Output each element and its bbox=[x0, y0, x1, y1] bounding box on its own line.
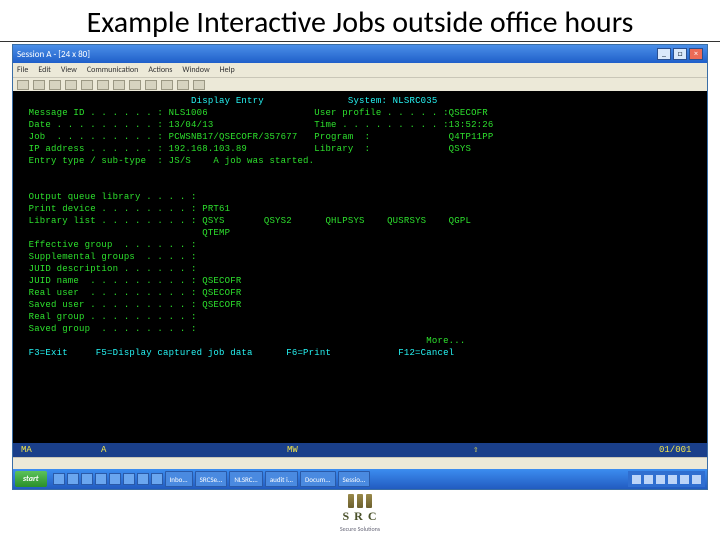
close-button[interactable]: × bbox=[689, 48, 703, 60]
toolbar-button[interactable] bbox=[65, 80, 77, 90]
tray-icon[interactable] bbox=[632, 475, 641, 484]
toolbar-button[interactable] bbox=[145, 80, 157, 90]
minimize-button[interactable]: _ bbox=[657, 48, 671, 60]
window-titlebar[interactable]: Session A - [24 x 80] _ □ × bbox=[13, 45, 707, 63]
status-ma: MA bbox=[21, 445, 61, 455]
status-bar: MA A MW ⇧ 01/001 bbox=[13, 443, 707, 457]
taskbar-item[interactable]: audit i... bbox=[265, 471, 298, 487]
menu-file[interactable]: File bbox=[17, 65, 28, 75]
tray-icon[interactable] bbox=[644, 475, 653, 484]
toolbar-button[interactable] bbox=[161, 80, 173, 90]
taskbar-item[interactable]: Inbo... bbox=[165, 471, 193, 487]
footer-logo: S R C Secure Solutions bbox=[0, 494, 720, 533]
quicklaunch-icon[interactable] bbox=[53, 473, 65, 485]
taskbar-item[interactable]: Docum... bbox=[300, 471, 336, 487]
toolbar-button[interactable] bbox=[193, 80, 205, 90]
status-cursor-pos: 01/001 bbox=[659, 445, 699, 455]
logo-pillars-icon bbox=[348, 494, 372, 508]
status-mw: MW bbox=[287, 445, 327, 455]
tray-icon[interactable] bbox=[668, 475, 677, 484]
tray-icon[interactable] bbox=[680, 475, 689, 484]
status-a: A bbox=[101, 445, 141, 455]
menubar: File Edit View Communication Actions Win… bbox=[13, 63, 707, 77]
slide-title: Example Interactive Jobs outside office … bbox=[0, 0, 720, 42]
taskbar-item[interactable]: Sessio... bbox=[338, 471, 371, 487]
menu-actions[interactable]: Actions bbox=[148, 65, 172, 75]
menu-window[interactable]: Window bbox=[182, 65, 209, 75]
menu-help[interactable]: Help bbox=[220, 65, 235, 75]
tray-icon[interactable] bbox=[656, 475, 665, 484]
status-shift-icon: ⇧ bbox=[473, 445, 513, 455]
quicklaunch-icon[interactable] bbox=[109, 473, 121, 485]
menu-communication[interactable]: Communication bbox=[87, 65, 138, 75]
taskbar-item[interactable]: NLSRC... bbox=[229, 471, 262, 487]
taskbar-item[interactable]: SRCSe... bbox=[195, 471, 228, 487]
toolbar-button[interactable] bbox=[129, 80, 141, 90]
quicklaunch-icon[interactable] bbox=[137, 473, 149, 485]
toolbar bbox=[13, 77, 707, 91]
titlebar-text: Session A - [24 x 80] bbox=[17, 49, 90, 60]
quicklaunch-icon[interactable] bbox=[123, 473, 135, 485]
quicklaunch-icon[interactable] bbox=[67, 473, 79, 485]
menu-edit[interactable]: Edit bbox=[38, 65, 51, 75]
logo-subtext: Secure Solutions bbox=[340, 525, 380, 533]
toolbar-button[interactable] bbox=[113, 80, 125, 90]
menu-view[interactable]: View bbox=[61, 65, 77, 75]
start-button[interactable]: start bbox=[15, 471, 47, 487]
taskbar: start Inbo... SRCSe... NLSRC... audit i.… bbox=[13, 469, 707, 489]
quick-launch bbox=[53, 473, 163, 485]
toolbar-button[interactable] bbox=[49, 80, 61, 90]
logo-text: S R C bbox=[342, 509, 377, 524]
quicklaunch-icon[interactable] bbox=[81, 473, 93, 485]
toolbar-button[interactable] bbox=[81, 80, 93, 90]
quicklaunch-icon[interactable] bbox=[151, 473, 163, 485]
terminal-screen[interactable]: Display Entry System: NLSRC035 Message I… bbox=[13, 91, 707, 443]
window-bottombar bbox=[13, 457, 707, 469]
tray-icon[interactable] bbox=[692, 475, 701, 484]
toolbar-button[interactable] bbox=[17, 80, 29, 90]
quicklaunch-icon[interactable] bbox=[95, 473, 107, 485]
terminal-window: Session A - [24 x 80] _ □ × File Edit Vi… bbox=[12, 44, 708, 490]
toolbar-button[interactable] bbox=[97, 80, 109, 90]
maximize-button[interactable]: □ bbox=[673, 48, 687, 60]
toolbar-button[interactable] bbox=[33, 80, 45, 90]
toolbar-button[interactable] bbox=[177, 80, 189, 90]
system-tray[interactable] bbox=[628, 471, 705, 487]
